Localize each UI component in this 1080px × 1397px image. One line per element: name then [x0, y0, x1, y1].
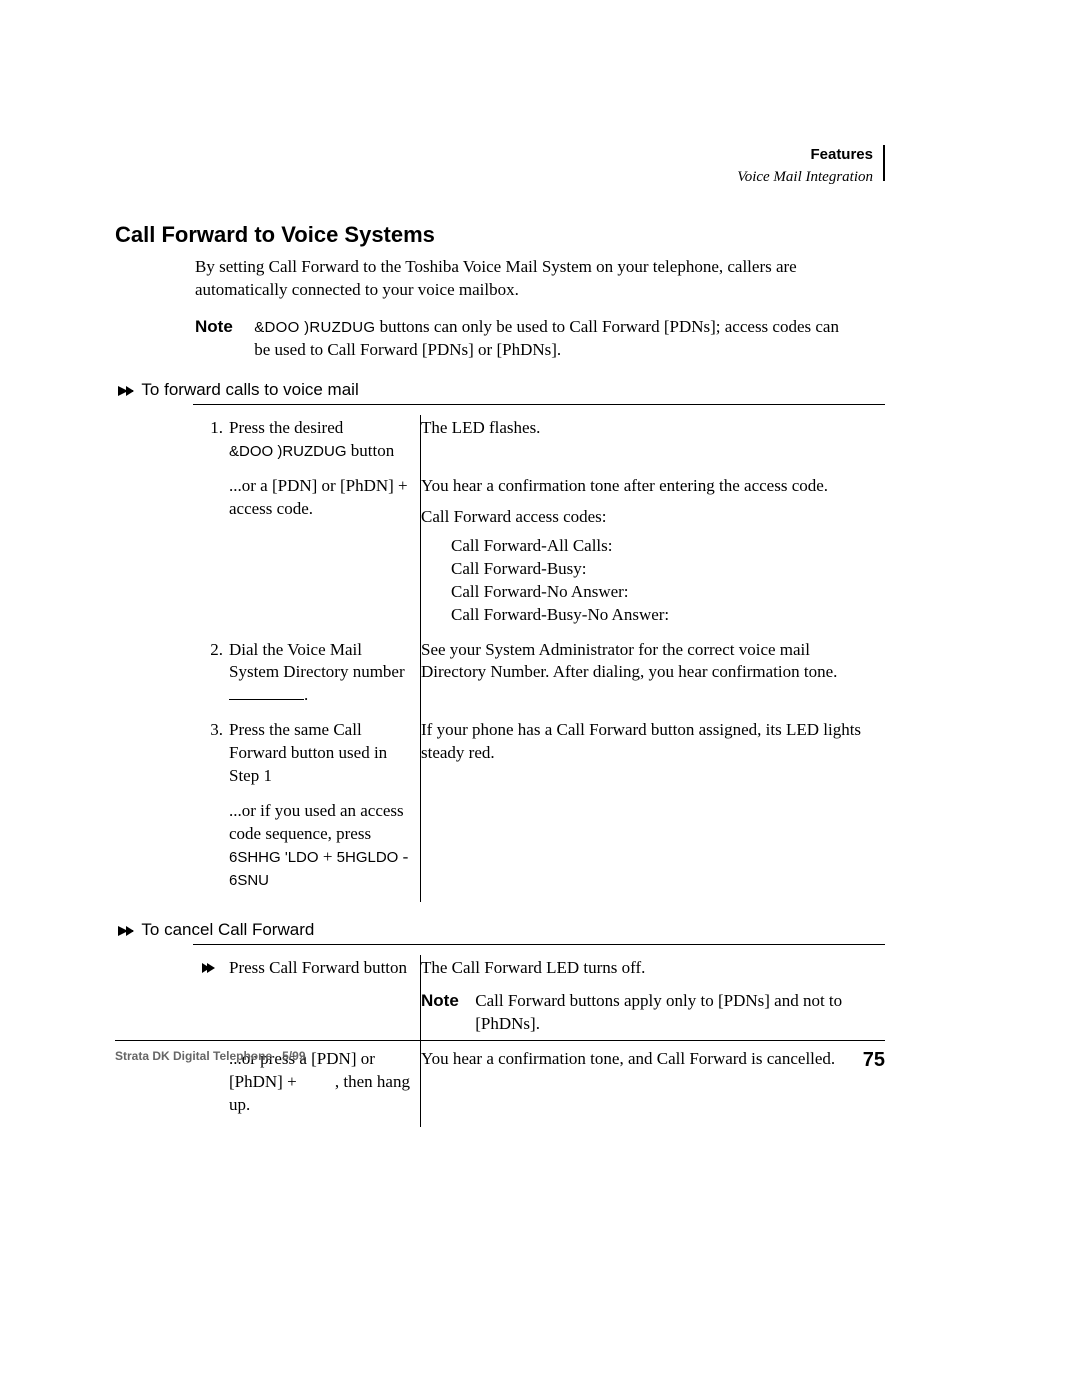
intro-block: By setting Call Forward to the Toshiba V… [195, 256, 885, 362]
arrow-icon [199, 957, 217, 980]
list-item: Call Forward-Busy: [451, 558, 879, 581]
divider [193, 404, 885, 405]
note-label: Note [421, 990, 471, 1013]
list-item: Call Forward-No Answer: [451, 581, 879, 604]
header-divider [883, 145, 885, 181]
step-result-alt: You hear a confirmation tone after enter… [421, 473, 886, 637]
table-row: 3. Press the same Call Forward button us… [193, 717, 885, 798]
table-row: ...or a [PDN] or [PhDN] + access code. Y… [193, 473, 885, 637]
section-name: Voice Mail Integration [737, 168, 873, 188]
page-title: Call Forward to Voice Systems [115, 222, 885, 248]
step-action: Press Call Forward button [229, 955, 421, 1046]
page-footer: Strata DK Digital Telephone 5/99 75 [115, 1040, 885, 1072]
note-body: &DOO )RUZDUG buttons can only be used to… [254, 316, 854, 362]
note-body: Call Forward buttons apply only to [PDNs… [475, 990, 875, 1036]
procedure-heading: To cancel Call Forward [115, 920, 885, 940]
list-item: Call Forward-Busy-No Answer: [451, 604, 879, 627]
chapter-name: Features [810, 145, 873, 165]
divider [193, 944, 885, 945]
step-result: The LED flashes. [421, 415, 886, 473]
procedure-heading: To forward calls to voice mail [115, 380, 885, 400]
table-row: Press Call Forward button The Call Forwa… [193, 955, 885, 1046]
table-row: ...or if you used an access code sequenc… [193, 798, 885, 902]
garbled-text: &DOO )RUZDUG [254, 319, 375, 336]
page-content: Features Voice Mail Integration Call For… [115, 145, 885, 1127]
step-number: 3. [193, 717, 229, 798]
step-action: Dial the Voice Mail System Directory num… [229, 637, 421, 718]
table-row: 1. Press the desired &DOO )RUZDUG button… [193, 415, 885, 473]
step-result: If your phone has a Call Forward button … [421, 717, 886, 798]
step-result: The Call Forward LED turns off. Note Cal… [421, 955, 886, 1046]
step-action-alt: ...or a [PDN] or [PhDN] + access code. [229, 473, 421, 637]
step-number: 2. [193, 637, 229, 718]
step-action: Press the same Call Forward button used … [229, 717, 421, 798]
step-action-alt: ...or if you used an access code sequenc… [229, 798, 421, 902]
intro-paragraph: By setting Call Forward to the Toshiba V… [195, 256, 885, 302]
procedure-title: To cancel Call Forward [141, 920, 314, 939]
step-action: Press the desired &DOO )RUZDUG button [229, 415, 421, 473]
footer-doc-title: Strata DK Digital Telephone 5/99 [115, 1049, 306, 1063]
list-item: Call Forward-All Calls: [451, 535, 879, 558]
arrow-icon [115, 380, 137, 400]
blank-line [229, 699, 304, 700]
running-header: Features Voice Mail Integration [115, 145, 885, 187]
note-label: Note [195, 316, 250, 339]
page-number: 75 [863, 1049, 885, 1072]
procedure-title: To forward calls to voice mail [141, 380, 358, 399]
arrow-icon [115, 920, 137, 940]
step-table: 1. Press the desired &DOO )RUZDUG button… [193, 415, 885, 902]
intro-note: Note &DOO )RUZDUG buttons can only be us… [195, 316, 885, 362]
table-row: 2. Dial the Voice Mail System Directory … [193, 637, 885, 718]
step-number: 1. [193, 415, 229, 473]
step-result: See your System Administrator for the co… [421, 637, 886, 718]
